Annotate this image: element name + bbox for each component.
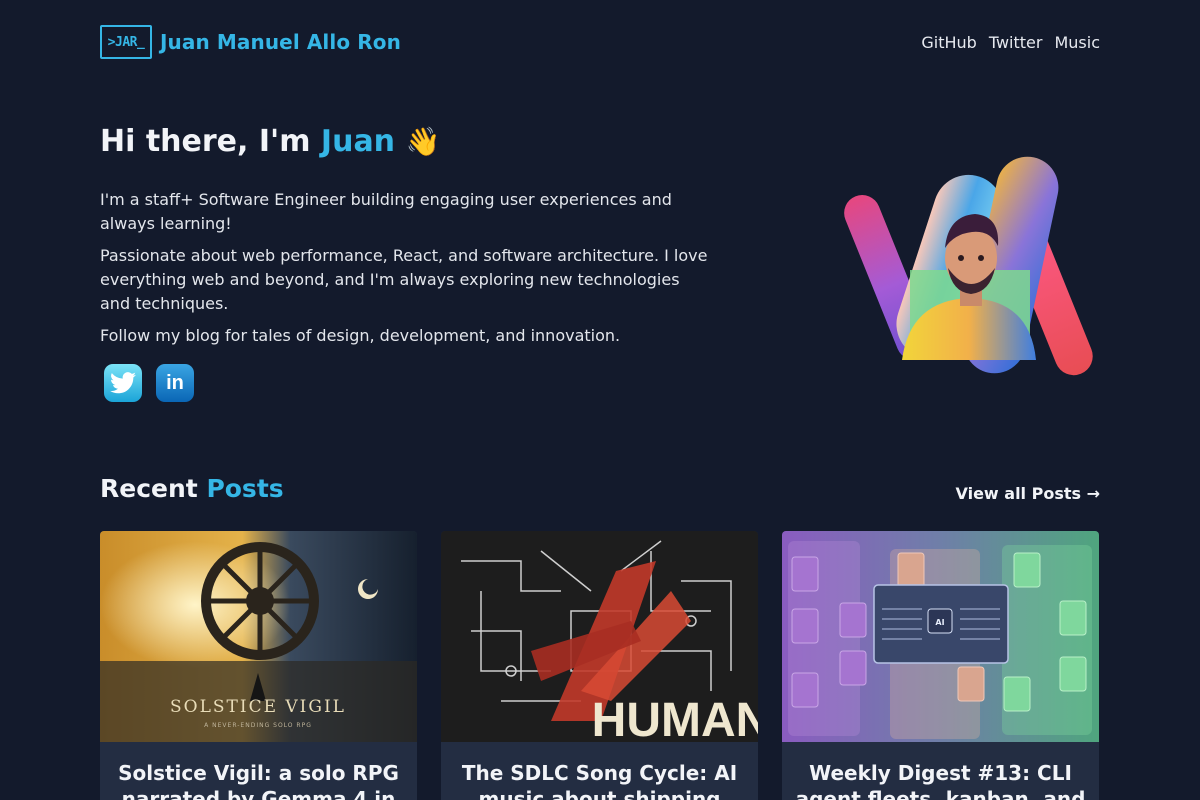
post-image-title: SOLSTICE VIGIL <box>170 697 346 717</box>
post-image-title: HUMAN <box>592 694 758 742</box>
nav-twitter[interactable]: Twitter <box>989 33 1043 52</box>
site-name: Juan Manuel Allo Ron <box>160 30 401 54</box>
post-image-solstice: SOLSTICE VIGIL A NEVER-ENDING SOLO RPG <box>100 531 417 742</box>
post-image-label: AI <box>935 618 944 627</box>
social-links: in <box>104 364 194 402</box>
view-all-posts-link[interactable]: View all Posts → <box>955 484 1100 503</box>
post-image-digest: AI <box>782 531 1099 742</box>
hero-name: Juan <box>320 124 396 159</box>
wave-icon: 👋 <box>405 125 441 158</box>
twitter-link[interactable] <box>104 364 142 402</box>
avatar-illustration <box>844 156 1093 376</box>
post-card-weekly-digest-13[interactable]: AI Weekly Digest #13: CLI agent fleets, … <box>782 531 1099 800</box>
linkedin-icon: in <box>166 371 184 394</box>
site-logo: >JAR_ <box>100 25 152 59</box>
nav-github[interactable]: GitHub <box>921 33 976 52</box>
hero-greeting: Hi there, I'm <box>100 124 321 159</box>
hero-title: Hi there, I'm Juan 👋 <box>100 124 440 159</box>
posts-grid: SOLSTICE VIGIL A NEVER-ENDING SOLO RPG S… <box>100 531 1100 800</box>
intro-paragraph-3: Follow my blog for tales of design, deve… <box>100 326 621 345</box>
hero-intro: I'm a staff+ Software Engineer building … <box>100 188 710 356</box>
main-nav: GitHub Twitter Music <box>921 33 1100 52</box>
nav-music[interactable]: Music <box>1054 33 1100 52</box>
home-link[interactable]: >JAR_ Juan Manuel Allo Ron <box>100 25 401 59</box>
post-title: The SDLC Song Cycle: AI music about ship… <box>461 761 738 800</box>
recent-title-b: Posts <box>206 474 284 503</box>
post-card-solstice-vigil[interactable]: SOLSTICE VIGIL A NEVER-ENDING SOLO RPG S… <box>100 531 417 800</box>
post-image-subtitle: A NEVER-ENDING SOLO RPG <box>204 722 312 729</box>
intro-paragraph-1: I'm a staff+ Software Engineer building … <box>100 190 672 233</box>
post-card-sdlc-song-cycle[interactable]: HUMAN The SDLC Song Cycle: AI music abou… <box>441 531 758 800</box>
recent-title-a: Recent <box>100 474 207 503</box>
twitter-icon <box>110 372 136 394</box>
post-title: Solstice Vigil: a solo RPG narrated by G… <box>118 761 399 800</box>
linkedin-link[interactable]: in <box>156 364 194 402</box>
post-image-sdlc: HUMAN <box>441 531 758 742</box>
avatar <box>840 150 1105 385</box>
post-title: Weekly Digest #13: CLI agent fleets, kan… <box>795 761 1086 800</box>
recent-posts-title: Recent Posts <box>100 474 284 503</box>
intro-paragraph-2: Passionate about web performance, React,… <box>100 246 708 313</box>
site-header: >JAR_ Juan Manuel Allo Ron GitHub Twitte… <box>100 24 1100 60</box>
